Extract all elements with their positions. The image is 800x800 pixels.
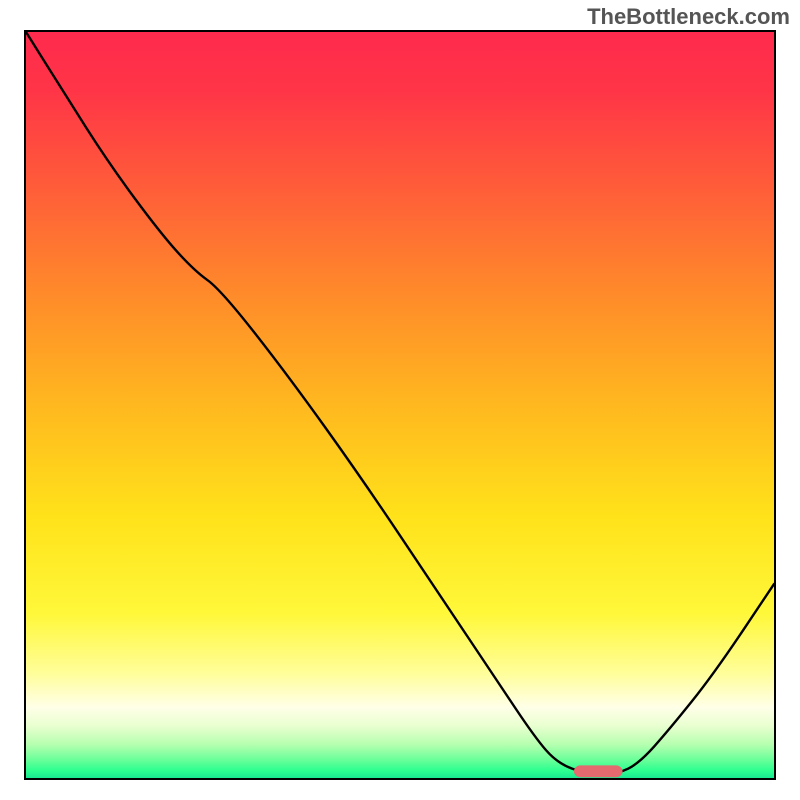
watermark-text: TheBottleneck.com: [587, 4, 790, 30]
chart-overlay: [26, 32, 774, 778]
plot-area: [24, 30, 776, 780]
bottleneck-curve: [26, 32, 774, 774]
optimal-marker: [574, 765, 623, 777]
chart-frame: TheBottleneck.com: [0, 0, 800, 800]
